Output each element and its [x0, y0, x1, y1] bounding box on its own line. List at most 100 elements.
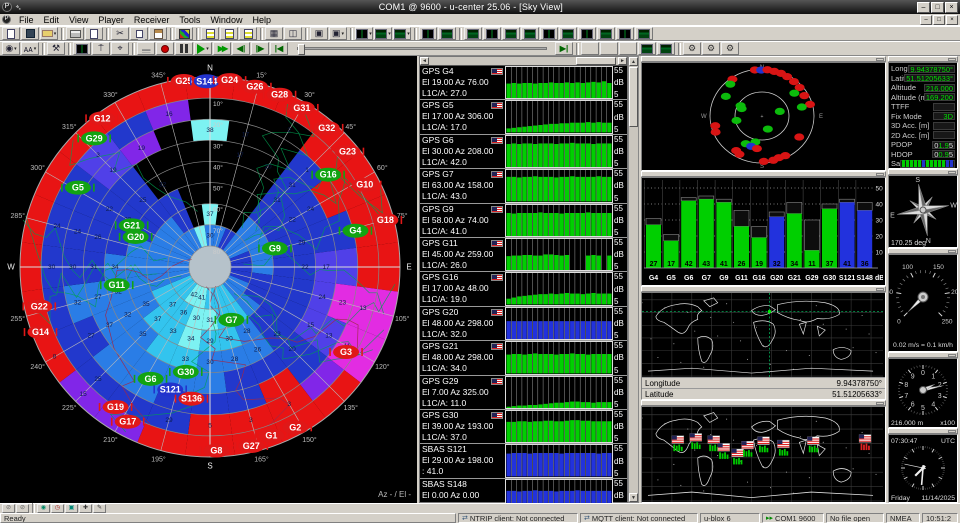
menu-edit[interactable]: Edit — [39, 15, 65, 25]
dropdown-arrow-icon[interactable]: ▾ — [54, 31, 57, 37]
histogram-yellow-icon[interactable] — [600, 42, 618, 55]
skip-end-button[interactable]: ▶| — [555, 42, 573, 55]
status-protocol[interactable]: NMEA — [886, 513, 920, 523]
slider-thumb[interactable] — [298, 44, 305, 55]
status-file[interactable]: No file open — [826, 513, 884, 523]
satellite-list-entry[interactable]: GPS G20El 48.00 Az 298.00L1C/A: 32.055dB… — [420, 307, 627, 341]
status-port[interactable]: ▸▸COM1 9600 — [762, 513, 824, 523]
dock-b-icon[interactable] — [657, 42, 675, 55]
record-button[interactable] — [156, 42, 174, 55]
restore-button[interactable]: □ — [931, 2, 944, 13]
font-select[interactable]: ᴀᴀ▾ — [21, 42, 39, 55]
minimize-button[interactable]: – — [917, 2, 930, 13]
dock-view-4-icon[interactable] — [521, 27, 539, 40]
satellite-list-entry[interactable]: GPS G11El 45.00 Az 259.00L1C/A: 26.055dB… — [420, 238, 627, 272]
binary-console-icon[interactable] — [220, 27, 238, 40]
messages-view-icon[interactable] — [239, 27, 257, 40]
app-icon[interactable]: P — [2, 2, 12, 12]
copy-icon[interactable] — [130, 27, 148, 40]
step-back-button[interactable]: ◀| — [232, 42, 250, 55]
panel-close-icon[interactable] — [948, 171, 956, 174]
menu-window[interactable]: Window — [205, 15, 247, 25]
dropdown-arrow-icon[interactable]: ▾ — [369, 31, 372, 37]
skip-start-button[interactable]: |◀ — [270, 42, 288, 55]
dock-view-7-icon[interactable] — [578, 27, 596, 40]
gear-3-icon[interactable]: ⚙ — [721, 42, 739, 55]
status-mqtt[interactable]: ⇄MQTT client: Not connected — [580, 513, 698, 523]
step-forward-button[interactable]: |▶ — [251, 42, 269, 55]
mdi-minimize-button[interactable]: – — [920, 15, 932, 25]
play-button[interactable]: ▾ — [194, 42, 212, 55]
globe-icon[interactable]: ◉ — [37, 504, 50, 513]
panel-close-icon[interactable] — [876, 173, 884, 176]
stopwatch-icon[interactable]: ◷ — [51, 504, 64, 513]
satellite-list-hscrollbar[interactable]: ◄ ► — [420, 57, 627, 66]
satellite-list-entry[interactable]: GPS G7El 63.00 Az 158.00L1C/A: 43.055dB5 — [420, 169, 627, 203]
table-view-icon[interactable]: ▦ — [265, 27, 283, 40]
status-ntrip[interactable]: ⇄NTRIP client: Not connected — [458, 513, 578, 523]
pause-button[interactable] — [175, 42, 193, 55]
menu-receiver[interactable]: Receiver — [129, 15, 175, 25]
menu-help[interactable]: Help — [247, 15, 276, 25]
panel-close-icon[interactable] — [948, 354, 956, 357]
open-file-icon[interactable]: ▾ — [40, 27, 58, 40]
satellite-list-vscrollbar[interactable]: ▲ ▼ — [628, 56, 639, 503]
mdi-child-icon[interactable]: P — [2, 15, 11, 24]
print-icon[interactable] — [66, 27, 84, 40]
scroll-left-icon[interactable]: ◄ — [420, 57, 429, 65]
histogram-cyan-icon[interactable] — [619, 42, 637, 55]
gear-1-icon[interactable]: ⚙ — [683, 42, 701, 55]
dropdown-arrow-icon[interactable]: ▾ — [206, 46, 209, 52]
satellite-list-entry[interactable]: GPS G29El 7.00 Az 325.00L1C/A: 11.055dB5 — [420, 376, 627, 410]
print-preview-icon[interactable] — [85, 27, 103, 40]
data-panel-grab-bar[interactable] — [888, 56, 958, 62]
scroll-up-icon[interactable]: ▲ — [629, 57, 638, 66]
view-select[interactable]: ◉▾ — [2, 42, 20, 55]
cut-icon[interactable]: ✂ — [111, 27, 129, 40]
gear-2-icon[interactable]: ⚙ — [702, 42, 720, 55]
dock-view-3-icon[interactable] — [502, 27, 520, 40]
menu-file[interactable]: File — [14, 15, 39, 25]
window-list-icon[interactable]: ▣▾ — [329, 27, 347, 40]
dock-view-8-icon[interactable] — [597, 27, 615, 40]
dock-view-6-icon[interactable] — [559, 27, 577, 40]
antenna-icon[interactable]: ⍑ — [92, 42, 110, 55]
satellite-list-entry[interactable]: GPS G6El 30.00 Az 208.00L1C/A: 42.055dB5 — [420, 135, 627, 169]
close-button[interactable]: × — [945, 2, 958, 13]
menu-tools[interactable]: Tools — [174, 15, 205, 25]
panel-close-icon[interactable] — [876, 58, 884, 61]
menu-player[interactable]: Player — [93, 15, 129, 25]
satellite-list-entry[interactable]: SBAS S121El 29.00 Az 198.00: 41.055dB5 — [420, 444, 627, 478]
dock-view-2-icon[interactable] — [483, 27, 501, 40]
dropdown-arrow-icon[interactable]: ▾ — [34, 46, 37, 52]
tools-icon[interactable]: ⚒ — [47, 42, 65, 55]
menu-view[interactable]: View — [64, 15, 93, 25]
no-entry-2-icon[interactable]: ⊘ — [16, 504, 29, 513]
new-file-icon[interactable] — [2, 27, 20, 40]
histogram-red-icon[interactable] — [581, 42, 599, 55]
dock-view-5-icon[interactable] — [540, 27, 558, 40]
satellite-list-entry[interactable]: GPS G21El 48.00 Az 298.00L1C/A: 34.055dB… — [420, 341, 627, 375]
dock-view-1-icon[interactable] — [464, 27, 482, 40]
dropdown-arrow-icon[interactable]: ▾ — [14, 46, 17, 52]
split-view-icon[interactable]: ◫ — [284, 27, 302, 40]
edit-icon[interactable]: ✎ — [93, 504, 106, 513]
dock-view-9-icon[interactable] — [616, 27, 634, 40]
panel-close-icon[interactable] — [876, 402, 884, 405]
crosshair-icon[interactable]: ✚ — [79, 504, 92, 513]
dock-view-10-icon[interactable] — [635, 27, 653, 40]
satellite-list-entry[interactable]: GPS G5El 17.00 Az 306.00L1C/A: 17.055dB5 — [420, 100, 627, 134]
survey-icon[interactable]: ⌖ — [111, 42, 129, 55]
scroll-down-icon[interactable]: ▼ — [629, 493, 638, 502]
dropdown-arrow-icon[interactable]: ▾ — [388, 31, 391, 37]
panel-close-icon[interactable] — [948, 430, 956, 433]
satellite-list-entry[interactable]: GPS G30El 39.00 Az 193.00L1C/A: 37.055dB… — [420, 410, 627, 444]
status-receiver[interactable]: u-blox 6 — [700, 513, 760, 523]
chart-view-icon[interactable]: ▾ — [355, 27, 373, 40]
save-icon[interactable] — [21, 27, 39, 40]
debug-icon[interactable] — [73, 42, 91, 55]
text-console-icon[interactable] — [201, 27, 219, 40]
mdi-restore-button[interactable]: □ — [933, 15, 945, 25]
window-icon[interactable]: ▣ — [310, 27, 328, 40]
dropdown-arrow-icon[interactable]: ▾ — [342, 31, 345, 37]
